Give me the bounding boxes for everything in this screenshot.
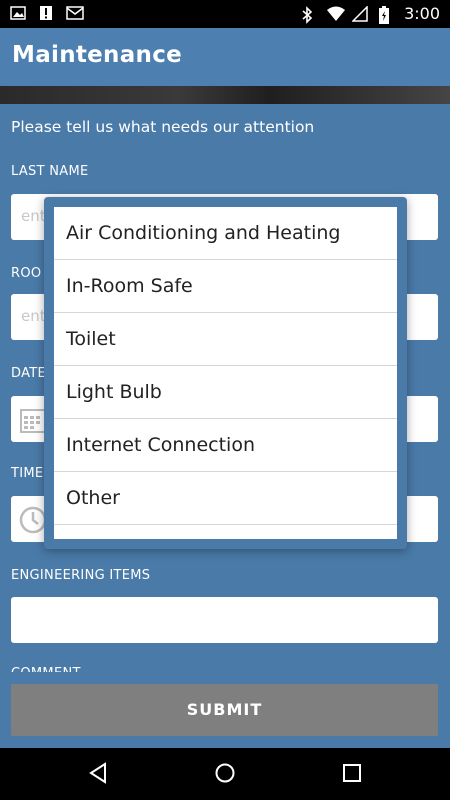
option-internet-connection[interactable]: Internet Connection bbox=[54, 419, 397, 472]
page-title: Maintenance bbox=[12, 42, 183, 68]
option-in-room-safe[interactable]: In-Room Safe bbox=[54, 260, 397, 313]
status-bar: 3:00 bbox=[0, 0, 450, 28]
header-banner-image bbox=[0, 86, 450, 104]
engineering-items-field[interactable] bbox=[11, 597, 438, 643]
room-placeholder: ent bbox=[21, 307, 46, 325]
date-label: DATE bbox=[11, 366, 47, 381]
calendar-icon bbox=[19, 406, 47, 438]
time-label: TIME bbox=[11, 466, 44, 481]
engineering-items-label: ENGINEERING ITEMS bbox=[11, 568, 151, 583]
battery-icon bbox=[378, 5, 394, 24]
bluetooth-icon bbox=[300, 5, 316, 24]
comment-label: COMMENT bbox=[11, 666, 81, 672]
home-icon[interactable] bbox=[214, 762, 236, 788]
navigation-bar bbox=[0, 748, 450, 800]
option-partial[interactable] bbox=[54, 525, 397, 539]
engineering-items-dialog: Air Conditioning and Heating In-Room Saf… bbox=[44, 197, 407, 549]
last-name-placeholder: ent bbox=[21, 207, 46, 225]
status-time: 3:00 bbox=[404, 4, 440, 23]
option-light-bulb[interactable]: Light Bulb bbox=[54, 366, 397, 419]
app-bar: Maintenance bbox=[0, 28, 450, 86]
clock-icon bbox=[19, 506, 47, 538]
signal-icon bbox=[351, 4, 368, 22]
image-icon bbox=[10, 5, 26, 21]
option-toilet[interactable]: Toilet bbox=[54, 313, 397, 366]
wifi-icon bbox=[326, 6, 346, 22]
back-icon[interactable] bbox=[88, 762, 108, 788]
alert-icon bbox=[38, 5, 54, 21]
recents-icon[interactable] bbox=[342, 762, 362, 788]
submit-button[interactable]: SUBMIT bbox=[11, 684, 438, 736]
form-intro: Please tell us what needs our attention bbox=[11, 118, 315, 136]
option-air-conditioning[interactable]: Air Conditioning and Heating bbox=[54, 207, 397, 260]
options-list: Air Conditioning and Heating In-Room Saf… bbox=[54, 207, 397, 539]
last-name-label: LAST NAME bbox=[11, 164, 89, 179]
room-label: ROO bbox=[11, 266, 42, 281]
email-icon bbox=[66, 5, 84, 21]
option-other[interactable]: Other bbox=[54, 472, 397, 525]
